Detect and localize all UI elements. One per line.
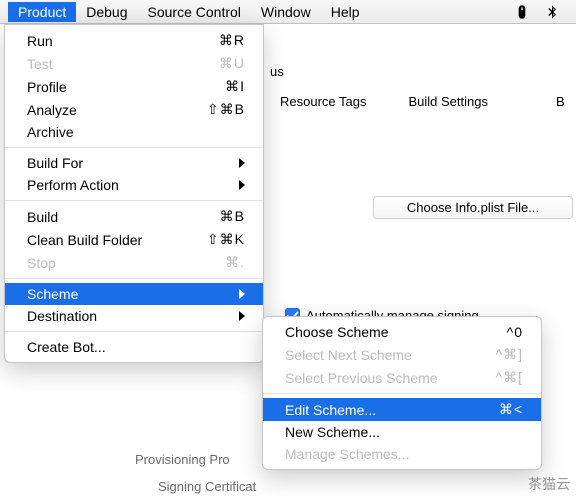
submenu-item-manage-schemes: Manage Schemes... bbox=[263, 443, 541, 465]
watermark: 茶猫云 bbox=[528, 474, 570, 494]
partial-text: us bbox=[270, 64, 284, 79]
chevron-right-icon bbox=[239, 289, 245, 299]
menubar-item-help[interactable]: Help bbox=[321, 2, 370, 22]
signing-cert-label: Signing Certificat bbox=[158, 479, 256, 494]
menubar-status bbox=[514, 4, 568, 20]
tab-resource-tags[interactable]: Resource Tags bbox=[280, 94, 366, 109]
menubar-item-window[interactable]: Window bbox=[251, 2, 321, 22]
product-menu: Run ⌘R Test ⌘U Profile ⌘I Analyze ⇧⌘B Ar… bbox=[4, 24, 264, 363]
menu-separator bbox=[5, 200, 263, 201]
menubar-item-source-control[interactable]: Source Control bbox=[138, 2, 251, 22]
chevron-right-icon bbox=[239, 180, 245, 190]
menu-item-build[interactable]: Build ⌘B bbox=[5, 205, 263, 228]
chevron-right-icon bbox=[239, 311, 245, 321]
submenu-item-select-next: Select Next Scheme ^⌘] bbox=[263, 343, 541, 366]
menubar: Product Debug Source Control Window Help bbox=[0, 0, 576, 24]
menu-item-perform-action[interactable]: Perform Action bbox=[5, 174, 263, 196]
scheme-submenu: Choose Scheme ^0 Select Next Scheme ^⌘] … bbox=[262, 316, 542, 470]
menu-item-build-for[interactable]: Build For bbox=[5, 152, 263, 174]
menu-item-destination[interactable]: Destination bbox=[5, 305, 263, 327]
menubar-item-debug[interactable]: Debug bbox=[76, 2, 137, 22]
submenu-item-edit-scheme[interactable]: Edit Scheme... ⌘< bbox=[263, 398, 541, 421]
tabs-row: Resource Tags Build Settings bbox=[280, 94, 488, 109]
submenu-item-new-scheme[interactable]: New Scheme... bbox=[263, 421, 541, 443]
menu-item-profile[interactable]: Profile ⌘I bbox=[5, 75, 263, 98]
menu-item-clean[interactable]: Clean Build Folder ⇧⌘K bbox=[5, 228, 263, 251]
menu-item-run[interactable]: Run ⌘R bbox=[5, 29, 263, 52]
menu-separator bbox=[5, 278, 263, 279]
tab-build-settings[interactable]: Build Settings bbox=[408, 94, 488, 109]
mouse-icon bbox=[514, 4, 530, 20]
provisioning-label: Provisioning Pro bbox=[135, 452, 230, 467]
tab-partial: B bbox=[556, 94, 565, 109]
menu-item-stop: Stop ⌘. bbox=[5, 251, 263, 274]
menu-separator bbox=[5, 147, 263, 148]
menu-separator bbox=[263, 393, 541, 394]
menu-item-analyze[interactable]: Analyze ⇧⌘B bbox=[5, 98, 263, 121]
menu-item-test: Test ⌘U bbox=[5, 52, 263, 75]
menu-item-scheme[interactable]: Scheme bbox=[5, 283, 263, 305]
menu-item-create-bot[interactable]: Create Bot... bbox=[5, 336, 263, 358]
menu-item-archive[interactable]: Archive bbox=[5, 121, 263, 143]
submenu-item-select-prev: Select Previous Scheme ^⌘[ bbox=[263, 366, 541, 389]
choose-plist-button[interactable]: Choose Info.plist File... bbox=[373, 196, 573, 219]
submenu-item-choose-scheme[interactable]: Choose Scheme ^0 bbox=[263, 321, 541, 343]
menu-separator bbox=[5, 331, 263, 332]
chevron-right-icon bbox=[239, 158, 245, 168]
menubar-item-product[interactable]: Product bbox=[8, 2, 76, 22]
bluetooth-icon bbox=[544, 4, 560, 20]
